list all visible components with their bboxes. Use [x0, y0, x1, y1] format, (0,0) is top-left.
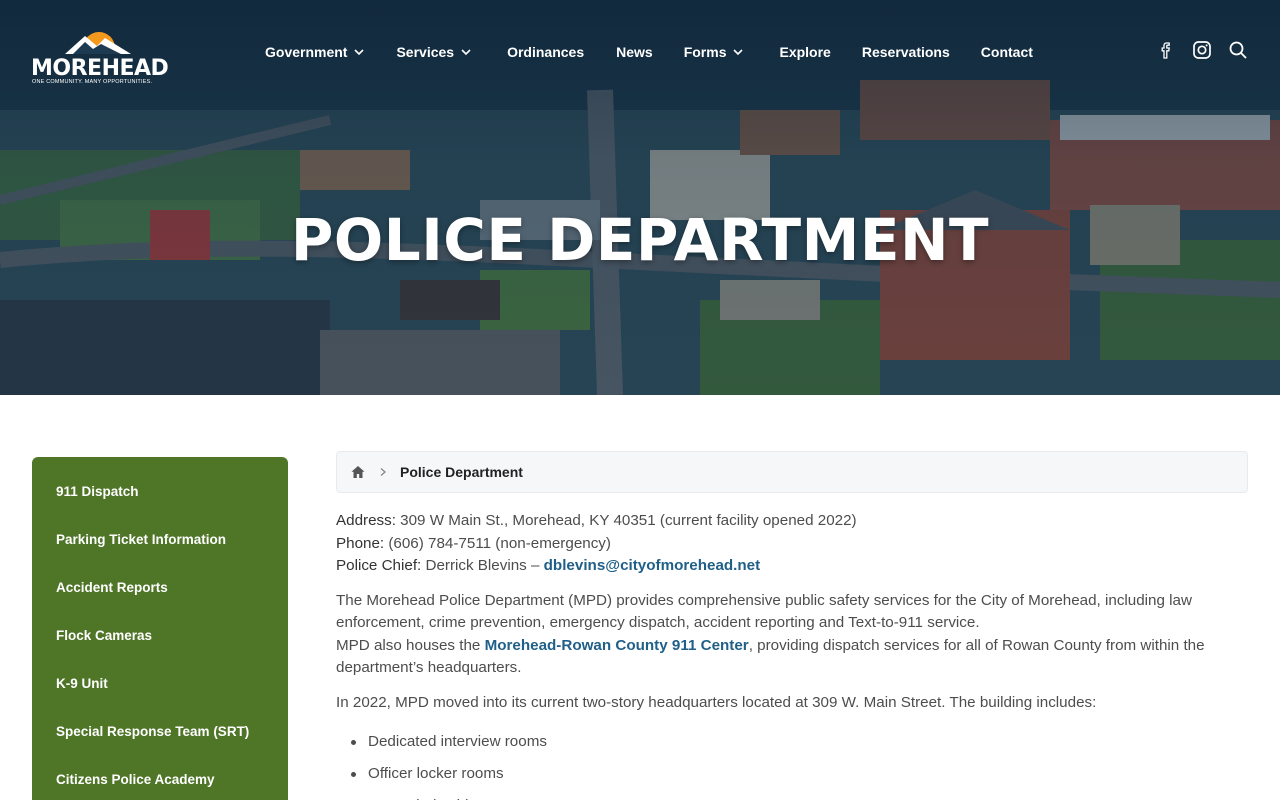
phone-label: Phone:	[336, 534, 385, 552]
nav-label: Services	[396, 44, 455, 60]
chief-email-link[interactable]: dblevins@cityofmorehead.net	[544, 557, 761, 574]
facebook-icon[interactable]	[1156, 40, 1176, 60]
sidebar-item-911-dispatch[interactable]: 911 Dispatch	[32, 467, 288, 515]
911-center-link[interactable]: Morehead-Rowan County 911 Center	[485, 637, 749, 654]
address-label: Address:	[336, 512, 396, 529]
nav-contact[interactable]: Contact	[981, 44, 1033, 60]
breadcrumb: Police Department	[336, 451, 1248, 493]
list-item: Officer locker rooms	[336, 758, 1248, 790]
nav-forms[interactable]: Forms	[684, 44, 744, 60]
logo-wordmark: MOREHEAD	[31, 56, 169, 81]
nav-services[interactable]: Services	[396, 44, 471, 60]
sidebar-menu: 911 Dispatch Parking Ticket Information …	[32, 457, 288, 800]
list-item: Expanded evidence storage	[336, 790, 1248, 800]
nav-label: News	[616, 44, 653, 60]
search-icon[interactable]	[1228, 40, 1248, 60]
chief-value: Derrick Blevins –	[421, 557, 544, 574]
social-links	[1156, 40, 1248, 60]
address-value: 309 W Main St., Morehead, KY 40351 (curr…	[395, 512, 857, 529]
breadcrumb-current: Police Department	[400, 464, 523, 480]
sidebar-item-flock-cameras[interactable]: Flock Cameras	[32, 611, 288, 659]
headquarters-paragraph: In 2022, MPD moved into its current two-…	[336, 693, 1097, 711]
nav-label: Explore	[779, 44, 831, 60]
features-list: Dedicated interview rooms Officer locker…	[336, 726, 1248, 800]
chevron-down-icon	[461, 49, 471, 56]
intro-paragraph: The Morehead Police Department (MPD) pro…	[336, 590, 1248, 680]
nav-reservations[interactable]: Reservations	[862, 44, 950, 60]
contact-info: Address: 309 W Main St., Morehead, KY 40…	[336, 510, 1248, 578]
page-title: POLICE DEPARTMENT	[290, 206, 990, 274]
nav-label: Reservations	[861, 44, 950, 60]
nav-label: Forms	[683, 44, 727, 60]
phone-value: (606) 784-7511 (non-emergency)	[384, 534, 611, 552]
para2-pre: MPD also houses the	[336, 636, 485, 654]
logo-tagline: ONE COMMUNITY. MANY OPPORTUNITIES.	[32, 79, 153, 85]
instagram-icon[interactable]	[1192, 40, 1212, 60]
sidebar-item-k9-unit[interactable]: K-9 Unit	[32, 659, 288, 707]
main-content: Address: 309 W Main St., Morehead, KY 40…	[336, 510, 1248, 800]
chevron-down-icon	[354, 49, 365, 56]
nav-ordinances[interactable]: Ordinances	[507, 44, 584, 60]
hero-banner: MOREHEAD ONE COMMUNITY. MANY OPPORTUNITI…	[0, 0, 1280, 395]
nav-explore[interactable]: Explore	[779, 44, 830, 60]
site-logo[interactable]: MOREHEAD ONE COMMUNITY. MANY OPPORTUNITI…	[31, 22, 169, 86]
list-item: Dedicated interview rooms	[336, 726, 1248, 758]
nav-label: Contact	[980, 44, 1033, 60]
sidebar-item-srt[interactable]: Special Response Team (SRT)	[32, 707, 288, 755]
sidebar-item-parking-ticket[interactable]: Parking Ticket Information	[32, 515, 288, 563]
logo-mountain-icon	[65, 32, 131, 54]
nav-government[interactable]: Government	[265, 44, 365, 60]
nav-news[interactable]: News	[616, 44, 653, 60]
nav-label: Government	[265, 44, 348, 60]
para1-text: The Morehead Police Department (MPD) pro…	[336, 591, 1192, 632]
home-icon[interactable]	[350, 464, 366, 480]
chevron-right-icon	[380, 468, 386, 476]
main-nav: Government Services Ordinances News Form…	[265, 44, 1033, 60]
nav-label: Ordinances	[507, 44, 585, 60]
sidebar-item-accident-reports[interactable]: Accident Reports	[32, 563, 288, 611]
chevron-down-icon	[733, 49, 744, 56]
chief-label: Police Chief:	[336, 557, 422, 574]
sidebar-item-citizens-academy[interactable]: Citizens Police Academy	[32, 755, 288, 800]
